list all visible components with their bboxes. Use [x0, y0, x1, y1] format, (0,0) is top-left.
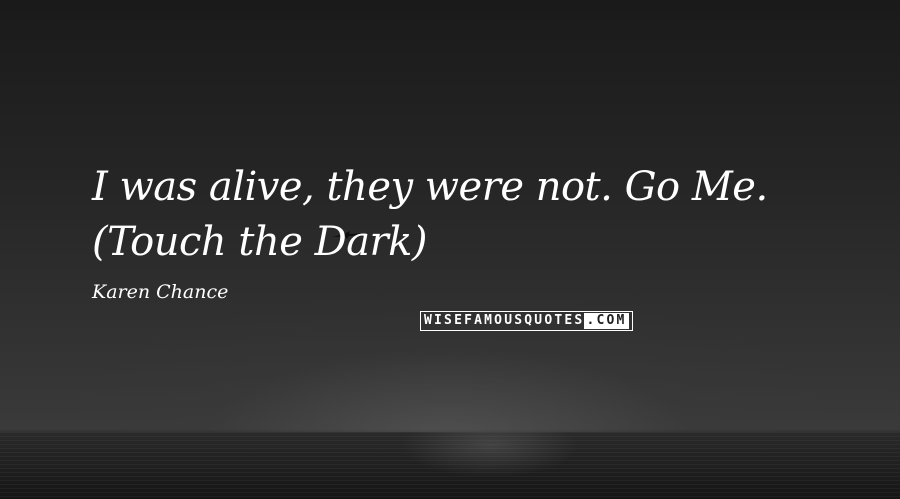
watermark-text: WISEFAMOUSQUOTES [424, 313, 585, 328]
watermark-logo: WISEFAMOUSQUOTES .COM [420, 311, 633, 331]
quote-author: Karen Chance [92, 281, 229, 303]
watermark-domain: .COM [584, 313, 629, 329]
sea-glow [380, 432, 600, 499]
quote-image: I was alive, they were not. Go Me. (Touc… [0, 0, 900, 499]
quote-text: I was alive, they were not. Go Me. (Touc… [92, 164, 768, 265]
